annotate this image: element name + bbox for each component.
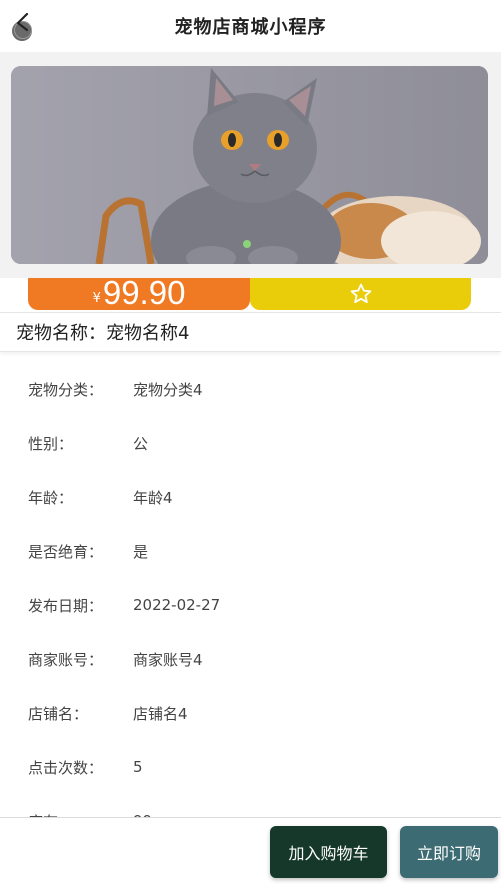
buy-now-button[interactable]: 立即订购	[400, 826, 498, 878]
product-name-label: 宠物名称：	[16, 323, 106, 344]
cat-photo-image	[11, 66, 488, 264]
detail-value: 公	[133, 434, 149, 453]
detail-row-category: 宠物分类： 宠物分类4	[0, 362, 501, 416]
detail-row-neutered: 是否绝育： 是	[0, 524, 501, 578]
price-value: 99.90	[102, 274, 186, 311]
detail-value: 是	[133, 542, 149, 561]
carousel-indicator-dot[interactable]	[243, 240, 251, 248]
detail-label: 年龄：	[28, 488, 74, 507]
back-chevron-icon	[12, 12, 32, 41]
detail-row-publish-date: 发布日期： 2022-02-27	[0, 578, 501, 632]
detail-label: 性别：	[28, 434, 74, 453]
detail-row-shop-name: 店铺名： 店铺名4	[0, 686, 501, 740]
detail-list: 宠物分类： 宠物分类4 性别： 公 年龄： 年龄4 是否绝育： 是 发布日期： …	[0, 362, 501, 848]
star-outline-icon	[350, 283, 371, 304]
price-display: ¥ 99.90	[28, 274, 250, 311]
detail-label: 点击次数：	[28, 758, 104, 777]
currency-symbol: ¥	[92, 291, 101, 306]
detail-value: 5	[133, 758, 143, 776]
detail-value: 年龄4	[133, 488, 173, 507]
add-to-cart-button[interactable]: 加入购物车	[270, 826, 387, 878]
product-banner	[0, 52, 501, 278]
detail-label: 店铺名：	[28, 704, 89, 723]
detail-value: 2022-02-27	[133, 596, 221, 614]
price-bar: ¥ 99.90	[28, 274, 471, 311]
favorite-button[interactable]	[250, 278, 471, 310]
detail-row-gender: 性别： 公	[0, 416, 501, 470]
product-image[interactable]	[11, 66, 488, 264]
page-title: 宠物店商城小程序	[174, 17, 327, 38]
detail-value: 宠物分类4	[133, 380, 203, 399]
detail-value: 商家账号4	[133, 650, 203, 669]
product-name-value: 宠物名称4	[106, 323, 190, 344]
product-name-row: 宠物名称： 宠物名称4	[0, 312, 501, 352]
detail-label: 是否绝育：	[28, 542, 104, 561]
detail-row-click-count: 点击次数： 5	[0, 740, 501, 794]
header-bar: 宠物店商城小程序	[0, 0, 501, 52]
detail-label: 宠物分类：	[28, 380, 104, 399]
detail-row-merchant-account: 商家账号： 商家账号4	[0, 632, 501, 686]
back-button[interactable]	[8, 10, 38, 44]
detail-row-age: 年龄： 年龄4	[0, 470, 501, 524]
detail-label: 商家账号：	[28, 650, 104, 669]
detail-value: 店铺名4	[133, 704, 188, 723]
bottom-action-bar: 加入购物车 立即订购	[0, 817, 501, 884]
detail-label: 发布日期：	[28, 596, 104, 615]
